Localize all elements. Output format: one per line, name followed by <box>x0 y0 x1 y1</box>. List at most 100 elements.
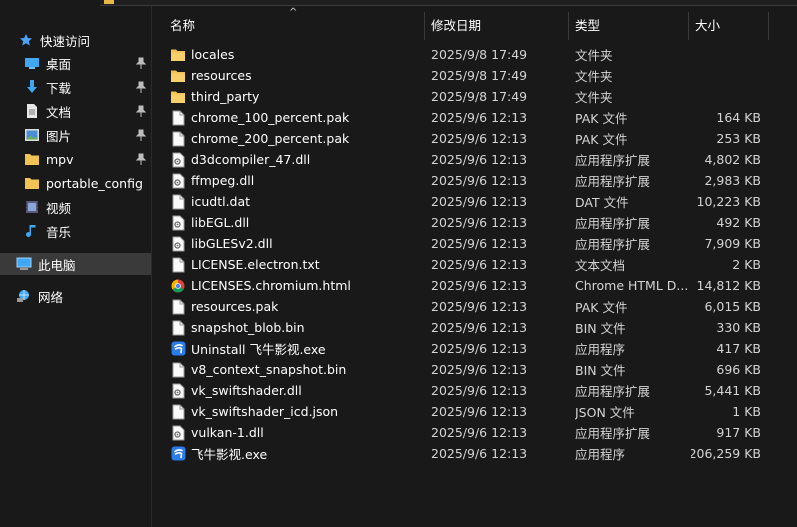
pin-icon[interactable] <box>135 152 147 166</box>
file-size <box>691 65 761 86</box>
dll-icon <box>170 236 186 252</box>
file-type: PAK 文件 <box>575 132 628 147</box>
nav-network[interactable]: 网络 <box>0 285 151 307</box>
file-size: 206,259 KB <box>691 446 761 461</box>
file-date: 2025/9/6 12:13 <box>431 341 528 356</box>
file-name: icudtl.dat <box>191 194 251 209</box>
file-row[interactable]: chrome_200_percent.pak 2025/9/6 12:13 PAK … <box>166 128 766 149</box>
file-row[interactable]: third_party 2025/9/8 17:49 文件夹 <box>166 86 766 107</box>
column-date[interactable]: 修改日期 <box>425 10 568 38</box>
file-row[interactable]: 飞牛影视.exe 2025/9/6 12:13 应用程序 206,259 KB <box>166 443 766 464</box>
star-icon <box>18 32 34 48</box>
file-name: locales <box>191 47 235 62</box>
file-size: 417 KB <box>716 341 761 356</box>
file-row[interactable]: vk_swiftshader_icd.json 2025/9/6 12:13 JSO… <box>166 401 766 422</box>
nav-item-downloads[interactable]: 下载 <box>0 76 151 98</box>
file-row[interactable]: ffmpeg.dll 2025/9/6 12:13 应用程序扩展 2,983 KB <box>166 170 766 191</box>
file-name: third_party <box>191 89 260 104</box>
nav-item-videos[interactable]: 视频 <box>0 196 151 218</box>
download-icon <box>24 79 40 95</box>
file-type: PAK 文件 <box>575 111 628 126</box>
file-icon <box>170 194 186 210</box>
file-name-cell: chrome_200_percent.pak <box>170 128 422 149</box>
file-size: 6,015 KB <box>704 299 761 314</box>
file-size <box>691 86 761 107</box>
column-size-label: 大小 <box>695 17 721 33</box>
file-size: 917 KB <box>716 425 761 440</box>
file-row[interactable]: vk_swiftshader.dll 2025/9/6 12:13 应用程序扩展 5,… <box>166 380 766 401</box>
file-row[interactable]: chrome_100_percent.pak 2025/9/6 12:13 PAK … <box>166 107 766 128</box>
file-row[interactable]: libEGL.dll 2025/9/6 12:13 应用程序扩展 492 KB <box>166 212 766 233</box>
nav-item-portable-config[interactable]: portable_config <box>0 172 151 194</box>
file-row[interactable]: snapshot_blob.bin 2025/9/6 12:13 BIN 文件 330… <box>166 317 766 338</box>
file-name: resources.pak <box>191 299 279 314</box>
nav-item-pictures[interactable]: 图片 <box>0 124 151 146</box>
folder-icon <box>170 68 186 84</box>
file-name: resources <box>191 68 252 83</box>
file-row[interactable]: libGLESv2.dll 2025/9/6 12:13 应用程序扩展 7,909 K… <box>166 233 766 254</box>
file-row[interactable]: locales 2025/9/8 17:49 文件夹 <box>166 44 766 65</box>
file-date: 2025/9/6 12:13 <box>431 257 528 272</box>
file-type: 应用程序扩展 <box>575 174 651 189</box>
nav-label: 快速访问 <box>40 33 91 49</box>
file-size: 330 KB <box>716 320 761 335</box>
file-type: 应用程序扩展 <box>575 153 651 168</box>
file-row[interactable]: v8_context_snapshot.bin 2025/9/6 12:13 BIN… <box>166 359 766 380</box>
file-date: 2025/9/6 12:13 <box>431 215 528 230</box>
file-name: d3dcompiler_47.dll <box>191 152 311 167</box>
file-type: BIN 文件 <box>575 363 626 378</box>
file-type: DAT 文件 <box>575 195 629 210</box>
file-type: 应用程序扩展 <box>575 237 651 252</box>
file-row[interactable]: resources.pak 2025/9/6 12:13 PAK 文件 6,015 K… <box>166 296 766 317</box>
desktop-icon <box>24 55 40 71</box>
pin-icon[interactable] <box>135 56 147 70</box>
file-name-cell: icudtl.dat <box>170 191 422 212</box>
file-date: 2025/9/6 12:13 <box>431 236 528 251</box>
file-date: 2025/9/8 17:49 <box>431 47 528 62</box>
nav-item-mpv[interactable]: mpv <box>0 148 151 170</box>
nav-item-desktop[interactable]: 桌面 <box>0 52 151 74</box>
column-date-label: 修改日期 <box>431 17 482 33</box>
file-row[interactable]: Uninstall 飞牛影视.exe 2025/9/6 12:13 应用程序 417 … <box>166 338 766 359</box>
file-row[interactable]: LICENSE.electron.txt 2025/9/6 12:13 文本文档 2 … <box>166 254 766 275</box>
file-date: 2025/9/8 17:49 <box>431 89 528 104</box>
file-name-cell: snapshot_blob.bin <box>170 317 422 338</box>
nav-this-pc[interactable]: 此电脑 <box>0 253 151 275</box>
file-row[interactable]: icudtl.dat 2025/9/6 12:13 DAT 文件 10,223 KB <box>166 191 766 212</box>
column-separator[interactable] <box>768 12 769 40</box>
nav-quick-access[interactable]: 快速访问 <box>0 29 151 51</box>
file-row[interactable]: resources 2025/9/8 17:49 文件夹 <box>166 65 766 86</box>
file-date: 2025/9/6 12:13 <box>431 383 528 398</box>
file-date: 2025/9/6 12:13 <box>431 320 528 335</box>
file-type: PAK 文件 <box>575 300 628 315</box>
folder-icon <box>170 47 186 63</box>
file-type: 文件夹 <box>575 69 613 84</box>
folder-icon <box>24 175 40 191</box>
pin-icon[interactable] <box>135 104 147 118</box>
nav-item-music[interactable]: 音乐 <box>0 220 151 242</box>
file-name: snapshot_blob.bin <box>191 320 305 335</box>
file-type: 应用程序扩展 <box>575 384 651 399</box>
file-size: 2,983 KB <box>704 173 761 188</box>
folder-icon <box>104 0 114 4</box>
nav-label: portable_config <box>46 175 143 191</box>
file-name-cell: third_party <box>170 86 422 107</box>
chrome-icon <box>170 278 186 294</box>
pin-icon[interactable] <box>135 128 147 142</box>
file-name-cell: libEGL.dll <box>170 212 422 233</box>
nav-label: 桌面 <box>46 56 72 72</box>
file-name-cell: LICENSE.electron.txt <box>170 254 422 275</box>
file-date: 2025/9/6 12:13 <box>431 278 528 293</box>
file-type: JSON 文件 <box>575 405 635 420</box>
file-type: 应用程序 <box>575 447 626 462</box>
file-row[interactable]: LICENSES.chromium.html 2025/9/6 12:13 Chro… <box>166 275 766 296</box>
file-row[interactable]: d3dcompiler_47.dll 2025/9/6 12:13 应用程序扩展 4,… <box>166 149 766 170</box>
column-name[interactable]: 名称 <box>164 10 426 38</box>
column-type[interactable]: 类型 <box>569 10 689 38</box>
vertical-scrollbar[interactable] <box>785 6 797 527</box>
column-size[interactable]: 大小 <box>689 10 769 38</box>
pin-icon[interactable] <box>135 80 147 94</box>
nav-item-documents[interactable]: 文档 <box>0 100 151 122</box>
file-row[interactable]: vulkan-1.dll 2025/9/6 12:13 应用程序扩展 917 KB <box>166 422 766 443</box>
video-icon <box>24 199 40 215</box>
